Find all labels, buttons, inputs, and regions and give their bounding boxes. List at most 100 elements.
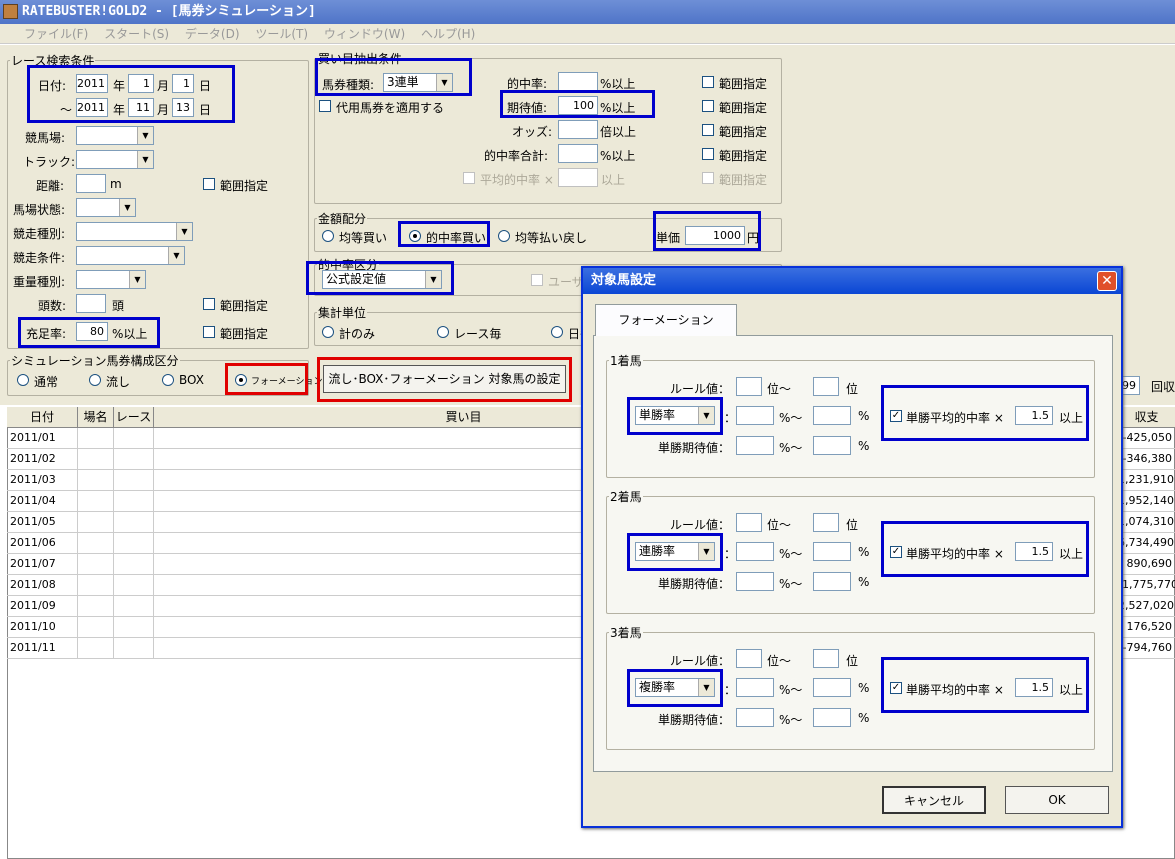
odds-range-checkbox[interactable] [702, 124, 714, 136]
hit-sum-label: 的中率合計: [484, 149, 549, 163]
pct-unit: % [858, 439, 870, 453]
heads-input[interactable] [76, 294, 106, 313]
venue-select[interactable]: ▼ [76, 126, 154, 145]
box-label: BOX [179, 373, 204, 387]
ev-to-input[interactable] [813, 708, 851, 727]
weight-select[interactable]: ▼ [76, 270, 146, 289]
rule-from-input[interactable] [736, 649, 762, 668]
ev-from-input[interactable] [736, 572, 774, 591]
normal-radio[interactable] [17, 374, 29, 386]
nagashi-radio[interactable] [89, 374, 101, 386]
cell-race [114, 575, 154, 596]
distance-input[interactable] [76, 174, 106, 193]
header-venue[interactable]: 場名 [78, 407, 114, 428]
dialog-title: 対象馬設定 [583, 268, 1121, 294]
header-race[interactable]: レース [114, 407, 154, 428]
header-balance[interactable]: 収支 [1117, 407, 1175, 428]
menu-file[interactable]: ファイル(F) [24, 27, 88, 41]
cell-race [114, 617, 154, 638]
hit-range-label: 範囲指定 [719, 77, 768, 91]
rule-label: ルール値： [670, 654, 731, 668]
ev-range-checkbox[interactable] [702, 100, 714, 112]
pct-tilde: %～ [779, 683, 803, 697]
hit-sum-input[interactable] [558, 144, 598, 163]
rate-to-input[interactable] [813, 678, 851, 697]
rate-from-input[interactable] [736, 542, 774, 561]
cancel-button[interactable]: キャンセル [882, 786, 986, 814]
race-cond-select[interactable]: ▼ [76, 246, 185, 265]
rule-label: ルール値： [670, 518, 731, 532]
box-radio[interactable] [162, 374, 174, 386]
rule-to-input[interactable] [813, 649, 839, 668]
hit-rate-input[interactable] [558, 72, 598, 91]
total-only-radio[interactable] [322, 326, 334, 338]
equal-payout-radio[interactable] [498, 230, 510, 242]
hit-sum-range-checkbox[interactable] [702, 148, 714, 160]
ev-to-input[interactable] [813, 572, 851, 591]
distance-range-checkbox[interactable] [203, 178, 215, 190]
hit-range-checkbox[interactable] [702, 76, 714, 88]
recovery-input[interactable]: 99 [1120, 376, 1140, 395]
fill-range-checkbox[interactable] [203, 326, 215, 338]
header-date[interactable]: 日付 [7, 407, 78, 428]
per-day-radio[interactable] [551, 326, 563, 338]
cell-balance: 1,074,310 [1117, 512, 1175, 533]
cell-date: 2011/03 [7, 470, 78, 491]
menu-data[interactable]: データ(D) [185, 27, 240, 41]
close-icon[interactable]: ✕ [1097, 271, 1117, 291]
per-race-label: レース毎 [454, 327, 502, 341]
cell-race [114, 533, 154, 554]
track-select[interactable]: ▼ [76, 150, 154, 169]
avg-hit-checkbox[interactable] [463, 172, 475, 184]
menu-window[interactable]: ウィンドウ(W) [324, 27, 405, 41]
chevron-down-icon: ▼ [176, 223, 192, 240]
equal-buy-radio[interactable] [322, 230, 334, 242]
substitute-checkbox[interactable] [319, 100, 331, 112]
menu-tools[interactable]: ツール(T) [255, 27, 308, 41]
rule-to-input[interactable] [813, 513, 839, 532]
colon: ： [724, 411, 737, 425]
rate-to-input[interactable] [813, 542, 851, 561]
annotation-box [881, 521, 1089, 577]
rule-to-input[interactable] [813, 377, 839, 396]
cell-race [114, 470, 154, 491]
annotation-box [500, 90, 655, 118]
ground-label: 馬場状態: [13, 203, 66, 217]
per-race-radio[interactable] [437, 326, 449, 338]
hit-sum-unit: %以上 [600, 149, 636, 163]
heads-label: 頭数: [38, 299, 67, 313]
normal-label: 通常 [34, 375, 59, 389]
odds-input[interactable] [558, 120, 598, 139]
rate-from-input[interactable] [736, 678, 774, 697]
cell-venue [78, 449, 114, 470]
annotation-box [225, 363, 308, 395]
menu-start[interactable]: スタート(S) [104, 27, 169, 41]
rule-from-input[interactable] [736, 513, 762, 532]
menu-help[interactable]: ヘルプ(H) [421, 27, 475, 41]
rate-from-input[interactable] [736, 406, 774, 425]
pct-tilde: %～ [779, 441, 803, 455]
pos-tilde: 位～ [767, 382, 792, 396]
heads-range-checkbox[interactable] [203, 298, 215, 310]
rule-from-input[interactable] [736, 377, 762, 396]
ok-button[interactable]: OK [1005, 786, 1109, 814]
rate-to-input[interactable] [813, 406, 851, 425]
annotation-box [18, 317, 160, 348]
substitute-label: 代用馬券を適用する [336, 101, 445, 115]
ev-to-input[interactable] [813, 436, 851, 455]
ground-select[interactable]: ▼ [76, 198, 136, 217]
annotation-box [881, 657, 1089, 713]
race-cond-label: 競走条件: [13, 251, 66, 265]
avg-range-checkbox[interactable] [702, 172, 714, 184]
annotation-box [315, 58, 472, 96]
user-checkbox[interactable] [531, 274, 543, 286]
cell-venue [78, 491, 114, 512]
ev-from-input[interactable] [736, 436, 774, 455]
chevron-down-icon: ▼ [168, 247, 184, 264]
group-legend: 1着馬 [610, 354, 642, 368]
ev-from-input[interactable] [736, 708, 774, 727]
avg-hit-input[interactable] [558, 168, 598, 187]
cell-balance: 1,952,140 [1117, 491, 1175, 512]
tab-formation[interactable]: フォーメーション [595, 304, 737, 336]
race-type-select[interactable]: ▼ [76, 222, 193, 241]
